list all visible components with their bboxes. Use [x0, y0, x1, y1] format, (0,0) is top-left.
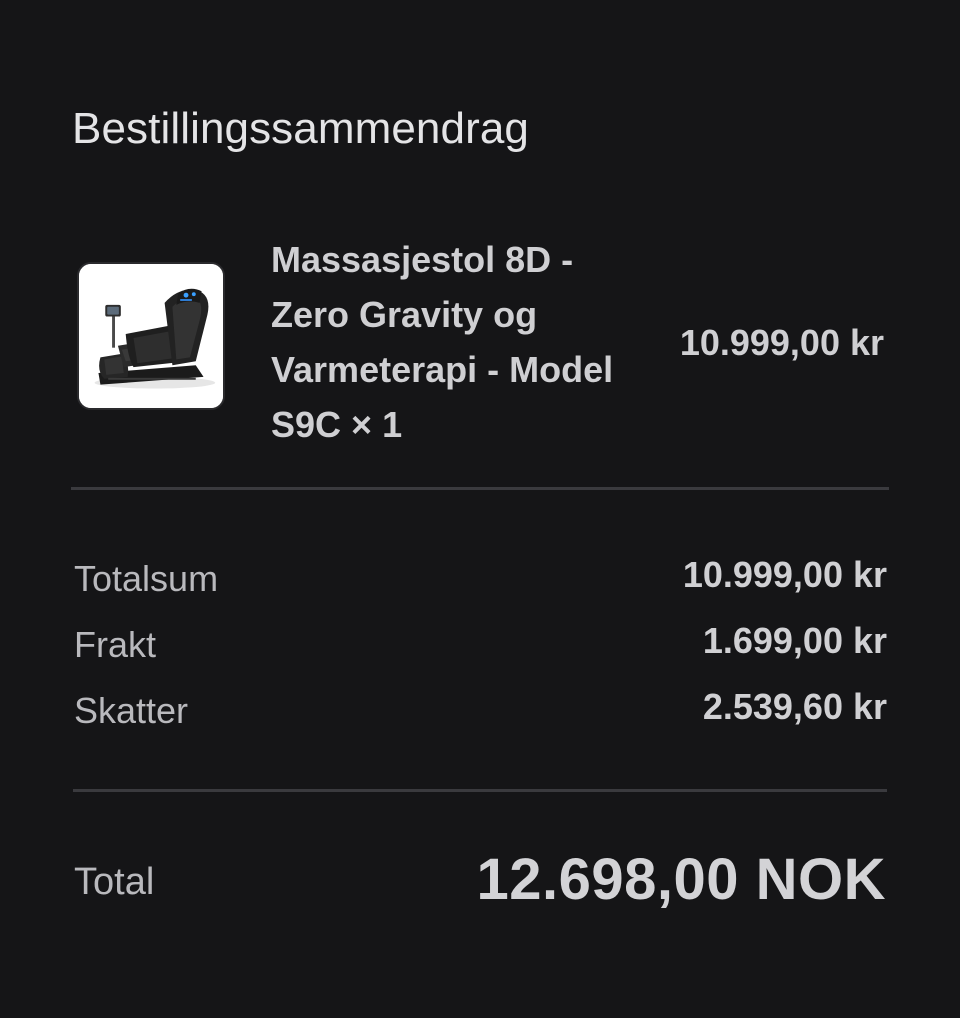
product-name[interactable]: Massasjestol 8D - Zero Gravity og Varmet…: [271, 232, 616, 452]
divider: [71, 487, 889, 490]
subtotal-row: Totalsum 10.999,00 kr: [74, 554, 887, 608]
shipping-label: Frakt: [74, 624, 157, 665]
subtotal-value: 10.999,00 kr: [682, 554, 887, 595]
shipping-value: 1.699,00 kr: [702, 620, 887, 661]
product-thumbnail[interactable]: [77, 262, 225, 410]
product-price: 10.999,00 kr: [679, 322, 884, 363]
product-title: Massasjestol 8D - Zero Gravity og Varmet…: [271, 239, 614, 445]
taxes-label: Skatter: [74, 690, 189, 731]
shipping-row: Frakt 1.699,00 kr: [74, 620, 887, 674]
subtotal-label: Totalsum: [74, 558, 219, 599]
product-quantity: × 1: [351, 404, 403, 445]
total-label: Total: [74, 861, 155, 903]
total-value: 12.698,00 NOK: [476, 847, 886, 912]
order-summary-title: Bestillingssammendrag: [72, 104, 529, 153]
taxes-row: Skatter 2.539,60 kr: [74, 686, 887, 740]
taxes-value: 2.539,60 kr: [702, 686, 887, 727]
divider: [73, 789, 887, 792]
massage-chair-image: [79, 264, 223, 408]
